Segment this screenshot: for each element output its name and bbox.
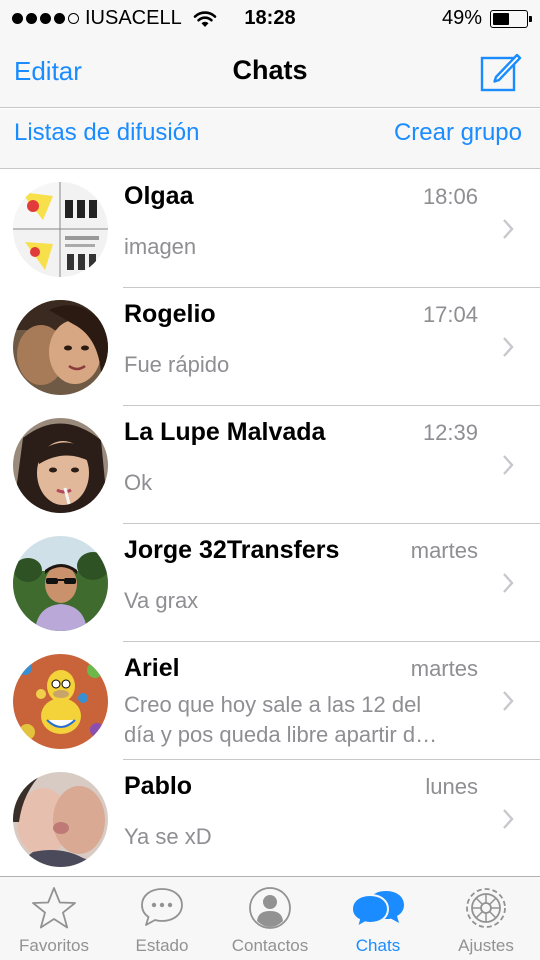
chat-row-jorge-32transfers[interactable]: Jorge 32Transfers martes Va grax xyxy=(0,524,540,642)
chevron-right-icon xyxy=(503,219,514,239)
tab-favoritos[interactable]: Favoritos xyxy=(0,877,108,960)
tab-label: Chats xyxy=(355,936,401,955)
chat-time: martes xyxy=(410,538,478,563)
chat-time: 12:39 xyxy=(422,420,478,445)
person-icon xyxy=(249,887,291,929)
battery-level xyxy=(493,12,509,25)
avatar xyxy=(13,182,108,277)
avatar-image xyxy=(13,772,108,867)
chat-name: Olgaa xyxy=(124,182,194,210)
chat-last-message: Ya se xD xyxy=(124,824,212,849)
chat-time: 17:04 xyxy=(422,302,478,327)
chat-last-message: Fue rápido xyxy=(124,352,230,377)
chevron-right-icon xyxy=(503,455,514,475)
avatar-image xyxy=(13,654,108,749)
chat-row-pablo[interactable]: Pablo lunes Ya se xD xyxy=(0,760,540,878)
new-group-button[interactable]: Crear grupo xyxy=(394,119,522,147)
avatar xyxy=(13,418,108,513)
chat-row-rogelio[interactable]: Rogelio 17:04 Fue rápido xyxy=(0,288,540,406)
avatar-image xyxy=(13,300,108,395)
avatar xyxy=(13,300,108,395)
status-bar: IUSACELL 18:28 49% xyxy=(0,0,540,36)
page-title: Chats xyxy=(232,55,308,85)
battery-percentage: 49% xyxy=(441,7,482,29)
avatar-image xyxy=(13,418,108,513)
avatar xyxy=(13,654,108,749)
chats-icon xyxy=(350,891,404,930)
speech-bubble-icon xyxy=(141,888,183,926)
gear-icon xyxy=(466,888,506,928)
chat-time: 18:06 xyxy=(422,184,478,209)
chevron-right-icon xyxy=(503,691,514,711)
avatar-image xyxy=(13,182,108,277)
status-right: 49% xyxy=(441,7,532,30)
chat-actions-bar: Listas de difusión Crear grupo xyxy=(0,109,540,169)
tab-bar: Favoritos Estado Contactos Chats Ajustes xyxy=(0,876,540,960)
chat-name: La Lupe Malvada xyxy=(124,418,326,446)
chat-last-message-line: Creo que hoy sale a las 12 del xyxy=(124,692,422,717)
tab-label: Contactos xyxy=(231,936,309,955)
chat-name: Pablo xyxy=(124,772,193,800)
avatar xyxy=(13,536,108,631)
chevron-right-icon xyxy=(503,337,514,357)
tab-ajustes[interactable]: Ajustes xyxy=(432,877,540,960)
chat-last-message: Va grax xyxy=(124,588,199,613)
tab-label: Favoritos xyxy=(19,936,89,955)
chat-last-message: Creo que hoy sale a las 12 del día y pos… xyxy=(124,690,484,750)
chat-list: Olgaa 18:06 imagen Rogelio 17:04 Fue ráp… xyxy=(0,170,540,878)
chat-row-ariel[interactable]: Ariel martes Creo que hoy sale a las 12 … xyxy=(0,642,540,760)
compose-icon[interactable] xyxy=(480,50,522,92)
chat-name: Rogelio xyxy=(124,300,216,328)
chat-name: Jorge 32Transfers xyxy=(124,536,340,564)
avatar xyxy=(13,772,108,867)
chat-last-message-line: día y pos queda libre apartir d… xyxy=(124,722,438,747)
chat-row-olgaa[interactable]: Olgaa 18:06 imagen xyxy=(0,170,540,288)
star-icon xyxy=(32,887,76,929)
tab-chats[interactable]: Chats xyxy=(324,877,432,960)
tab-label: Ajustes xyxy=(458,936,514,955)
tab-label: Estado xyxy=(135,936,189,955)
chat-time: lunes xyxy=(425,774,478,799)
battery-icon xyxy=(490,9,532,28)
avatar-image xyxy=(13,536,108,631)
broadcast-lists-button[interactable]: Listas de difusión xyxy=(14,119,199,147)
chevron-right-icon xyxy=(503,573,514,593)
tab-contactos[interactable]: Contactos xyxy=(216,877,324,960)
chat-time: martes xyxy=(410,656,478,681)
chat-last-message: imagen xyxy=(124,234,197,259)
chat-row-la-lupe-malvada[interactable]: La Lupe Malvada 12:39 Ok xyxy=(0,406,540,524)
chat-name: Ariel xyxy=(124,654,180,682)
navigation-bar: Editar Chats xyxy=(0,36,540,108)
tab-estado[interactable]: Estado xyxy=(108,877,216,960)
chat-last-message: Ok xyxy=(124,470,153,495)
chevron-right-icon xyxy=(503,809,514,829)
